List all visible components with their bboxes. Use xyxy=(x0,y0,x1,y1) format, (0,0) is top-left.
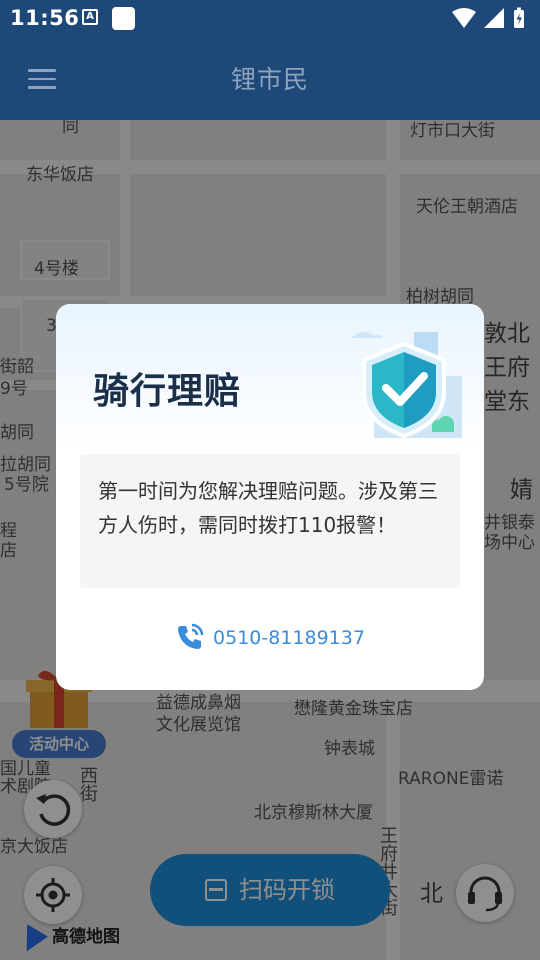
signal-icon xyxy=(484,8,504,28)
app-title: 锂市民 xyxy=(230,65,309,94)
dialog-title: 骑行理赔 xyxy=(93,371,242,412)
status-bar: 11:56 A xyxy=(0,0,540,36)
notification-a-icon: A xyxy=(82,9,98,25)
phone-icon xyxy=(178,623,204,649)
wifi-icon xyxy=(452,8,476,28)
dialog-message: 第一时间为您解决理赔问题。涉及第三方人伤时，需同时拨打110报警！ xyxy=(80,454,460,588)
shield-check-icon xyxy=(350,332,462,439)
claim-dialog: 骑行理赔 第一时间为您解决理赔问题。涉及第三方人伤时，需同时拨打110报警！ 0… xyxy=(56,304,484,690)
status-icons xyxy=(452,7,524,28)
hotline-link[interactable]: 0510-81189137 xyxy=(56,622,484,652)
status-time: 11:56 xyxy=(10,6,80,30)
notification-app-icon xyxy=(112,7,135,30)
battery-icon xyxy=(514,7,524,28)
hotline-number: 0510-81189137 xyxy=(213,627,365,649)
app-bar: 锂市民 xyxy=(0,36,540,120)
